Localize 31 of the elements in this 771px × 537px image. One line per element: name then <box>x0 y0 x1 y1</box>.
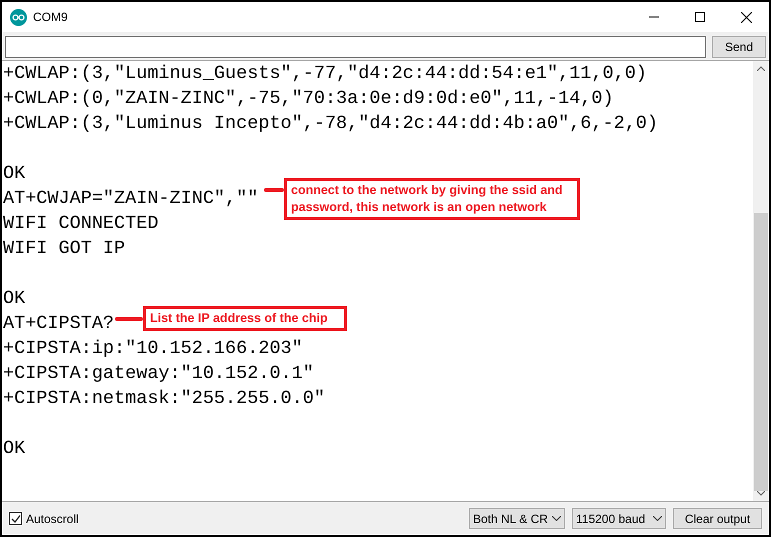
output-line: WIFI CONNECTED <box>3 213 158 234</box>
output-line: +CIPSTA:netmask:"255.255.0.0" <box>3 388 325 409</box>
output-line: WIFI GOT IP <box>3 238 126 259</box>
output-line: +CWLAP:(3,"Luminus_Guests",-77,"d4:2c:44:dd:54:e1",11,0,0) <box>3 63 647 84</box>
autoscroll-checkbox[interactable] <box>9 512 22 525</box>
maximize-icon <box>695 12 705 22</box>
output-line: +CIPSTA:ip:"10.152.166.203" <box>3 338 303 359</box>
output-line: OK <box>3 288 26 309</box>
baud-rate-dropdown[interactable]: 115200 baud <box>572 508 666 529</box>
scroll-up-icon[interactable] <box>757 66 765 71</box>
scroll-down-icon[interactable] <box>757 491 765 496</box>
scrollbar[interactable] <box>753 61 769 501</box>
output-line: +CWLAP:(0,"ZAIN-ZINC",-75,"70:3a:0e:d9:0d:e0",11,-14,0) <box>3 88 614 109</box>
close-icon <box>740 12 752 22</box>
app-logo-icon <box>10 8 27 26</box>
output-line: +CWLAP:(3,"Luminus Incepto",-78,"d4:2c:44:dd:4b:a0",6,-2,0) <box>3 113 658 134</box>
chevron-down-icon <box>552 516 561 521</box>
autoscroll-label: Autoscroll <box>26 510 79 528</box>
annotation-callout: List the IP address of the chip <box>143 306 347 331</box>
line-ending-dropdown[interactable]: Both NL & CR <box>469 508 565 529</box>
chevron-down-icon <box>653 516 662 521</box>
output-line: +CIPSTA:gateway:"10.152.0.1" <box>3 363 314 384</box>
send-button[interactable]: Send <box>712 36 766 58</box>
output-line: AT+CWJAP="ZAIN-ZINC","" <box>3 188 258 209</box>
output-line: OK <box>3 438 26 459</box>
window-title: COM9 <box>33 9 68 26</box>
output-line: AT+CIPSTA? <box>3 313 114 334</box>
message-input-field[interactable] <box>5 36 706 58</box>
output-line: OK <box>3 163 26 184</box>
clear-output-button[interactable]: Clear output <box>673 508 762 529</box>
annotation-callout: connect to the network by giving the ssid and password, this network is an open network <box>284 178 580 220</box>
